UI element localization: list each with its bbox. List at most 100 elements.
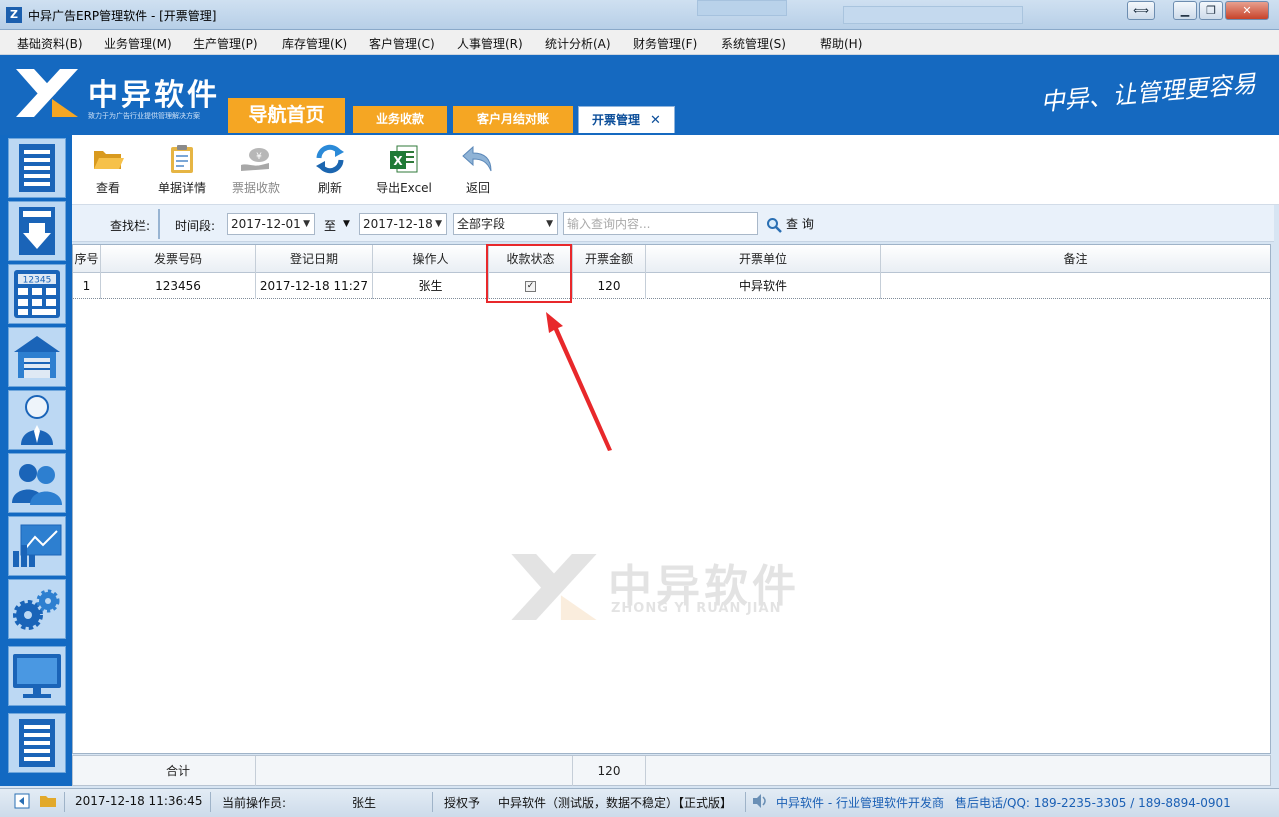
search-icon xyxy=(767,217,782,233)
menu-bar: 基础资料(B) 业务管理(M) 生产管理(P) 库存管理(K) 客户管理(C) … xyxy=(0,30,1279,55)
app-banner: 中异软件 致力于为广告行业提供管理解决方案 中异、让管理更容易 导航首页 业务收… xyxy=(0,55,1279,135)
col-index[interactable]: 序号 xyxy=(73,245,101,273)
maximize-icon[interactable]: ❐ xyxy=(1199,1,1223,20)
svg-text:¥: ¥ xyxy=(256,152,262,162)
cell-invoice-no: 123456 xyxy=(101,273,256,299)
folder-open-icon xyxy=(94,151,124,169)
refresh-button[interactable]: 刷新 xyxy=(294,143,366,201)
sidebar-import-icon[interactable] xyxy=(8,201,66,261)
close-icon[interactable]: ✕ xyxy=(1225,1,1269,20)
query-button[interactable]: 查 询 xyxy=(766,215,814,233)
minimize-icon[interactable]: ▁ xyxy=(1173,1,1197,20)
sidebar-users-icon[interactable] xyxy=(8,453,66,513)
sidebar-settings-icon[interactable] xyxy=(8,579,66,639)
restore-window-icon[interactable]: ⟺ xyxy=(1127,1,1155,20)
sidebar-list-icon[interactable] xyxy=(8,713,66,773)
search-bar: 查找栏: 时间段: 2017-12-01 ▼ 至 ▼ 2017-12-18 ▼ 全部… xyxy=(72,205,1274,242)
back-button[interactable]: 返回 xyxy=(442,143,514,201)
app-icon: Z xyxy=(6,7,22,23)
title-bar: Z 中异广告ERP管理软件 - [开票管理] ⟺ ▁ ❐ ✕ xyxy=(0,0,1279,30)
watermark-logo-icon xyxy=(511,554,597,620)
menu-system[interactable]: 系统管理(S) xyxy=(721,35,786,52)
refresh-icon xyxy=(316,144,344,174)
document-details-button[interactable]: 单据详情 xyxy=(146,143,218,201)
grid-header: 序号 发票号码 登记日期 操作人 收款状态 开票金额 开票单位 备注 xyxy=(73,245,1270,273)
menu-inventory[interactable]: 库存管理(K) xyxy=(282,35,347,52)
col-date[interactable]: 登记日期 xyxy=(256,245,373,273)
sidebar-warehouse-icon[interactable] xyxy=(8,327,66,387)
menu-business[interactable]: 业务管理(M) xyxy=(104,35,172,52)
view-label: 查看 xyxy=(95,181,120,195)
back-arrow-icon xyxy=(462,145,492,172)
document-details-label: 单据详情 xyxy=(157,181,206,195)
svg-text:12345: 12345 xyxy=(23,276,52,286)
brand-name: 中异软件 xyxy=(88,78,220,113)
back-label: 返回 xyxy=(465,181,490,195)
clipboard-icon xyxy=(171,145,193,173)
field-select[interactable]: 全部字段 ▼ xyxy=(453,213,558,235)
field-select-value: 全部字段 xyxy=(457,217,506,231)
refresh-label: 刷新 xyxy=(317,181,342,195)
date-from-picker[interactable]: 2017-12-01 ▼ xyxy=(227,213,315,235)
period-label: 时间段: xyxy=(175,219,216,233)
menu-basic-data[interactable]: 基础资料(B) xyxy=(17,35,83,52)
menu-hr[interactable]: 人事管理(R) xyxy=(457,35,523,52)
toolbar: 查看 单据详情 ¥ 票据收款 刷新 X 导出Excel 返回 xyxy=(72,135,1279,205)
grid-footer-totals: 合计 120 xyxy=(72,755,1271,786)
tab-home[interactable]: 导航首页 xyxy=(228,98,345,133)
folder-icon[interactable] xyxy=(39,793,57,812)
footer-amount-total: 120 xyxy=(573,756,646,786)
cell-date: 2017-12-18 11:27 xyxy=(256,273,373,299)
status-license: 中异软件（测试版，数据不稳定）【正式版】 xyxy=(498,796,733,810)
menu-production[interactable]: 生产管理(P) xyxy=(193,35,258,52)
to-label: 至 xyxy=(324,219,337,233)
menu-help[interactable]: 帮助(H) xyxy=(820,35,862,52)
tab-label: 开票管理 xyxy=(592,113,641,127)
menu-statistics[interactable]: 统计分析(A) xyxy=(545,35,611,52)
sidebar-calculator-icon[interactable]: 12345 xyxy=(8,264,66,324)
search-input[interactable] xyxy=(563,212,758,235)
export-excel-label: 导出Excel xyxy=(376,181,432,195)
menu-customer[interactable]: 客户管理(C) xyxy=(369,35,435,52)
bill-receipt-label: 票据收款 xyxy=(231,181,280,195)
cell-remark xyxy=(881,273,1270,299)
footer-spacer xyxy=(256,756,573,786)
left-sidebar: 12345 xyxy=(0,135,72,786)
watermark-subtext: ZHONG YI RUAN JIAN xyxy=(611,601,782,616)
search-bar-label: 查找栏: xyxy=(110,219,151,233)
menu-finance[interactable]: 财务管理(F) xyxy=(633,35,697,52)
excel-icon: X xyxy=(390,145,418,173)
view-button[interactable]: 查看 xyxy=(72,143,144,201)
sidebar-person-icon[interactable] xyxy=(8,390,66,450)
col-operator[interactable]: 操作人 xyxy=(373,245,489,273)
col-invoice-no[interactable]: 发票号码 xyxy=(101,245,256,273)
background-window-fragment xyxy=(843,6,1023,24)
col-amount[interactable]: 开票金额 xyxy=(573,245,646,273)
tab-customer-monthly[interactable]: 客户月结对账 xyxy=(453,106,573,133)
col-company[interactable]: 开票单位 xyxy=(646,245,881,273)
nav-icon[interactable] xyxy=(14,793,30,812)
col-remark[interactable]: 备注 xyxy=(881,245,1270,273)
table-row[interactable]: 1 123456 2017-12-18 11:27 张生 ✓ 120 中异软件 xyxy=(73,273,1270,299)
status-operator: 张生 xyxy=(352,796,377,810)
date-to-picker[interactable]: 2017-12-18 ▼ xyxy=(359,213,447,235)
brand-logo-icon xyxy=(16,69,78,117)
bill-receipt-button[interactable]: ¥ 票据收款 xyxy=(220,143,292,201)
sidebar-monitor-icon[interactable] xyxy=(8,646,66,706)
coin-hand-icon: ¥ xyxy=(241,148,269,171)
chevron-down-icon: ▼ xyxy=(303,219,310,229)
chevron-down-icon[interactable]: ▼ xyxy=(343,219,350,229)
sidebar-chart-icon[interactable] xyxy=(8,516,66,576)
brand-slogan: 中异、让管理更容易 xyxy=(1039,69,1258,117)
tab-business-receipt[interactable]: 业务收款 xyxy=(353,106,447,133)
sidebar-document-icon[interactable] xyxy=(8,138,66,198)
window-title: 中异广告ERP管理软件 - [开票管理] xyxy=(28,9,217,23)
status-hotline: 售后电话/QQ: 189-2235-3305 / 189-8894-0901 xyxy=(955,796,1231,810)
close-tab-icon[interactable]: ✕ xyxy=(650,113,661,128)
export-excel-button[interactable]: X 导出Excel xyxy=(368,143,440,201)
status-operator-label: 当前操作员: xyxy=(222,796,287,810)
tab-invoice-management[interactable]: 开票管理 ✕ xyxy=(578,106,675,133)
cell-operator: 张生 xyxy=(373,273,489,299)
status-bar: 2017-12-18 11:36:45 当前操作员: 张生 授权予 中异软件（测… xyxy=(0,788,1279,817)
speaker-icon xyxy=(751,793,769,812)
